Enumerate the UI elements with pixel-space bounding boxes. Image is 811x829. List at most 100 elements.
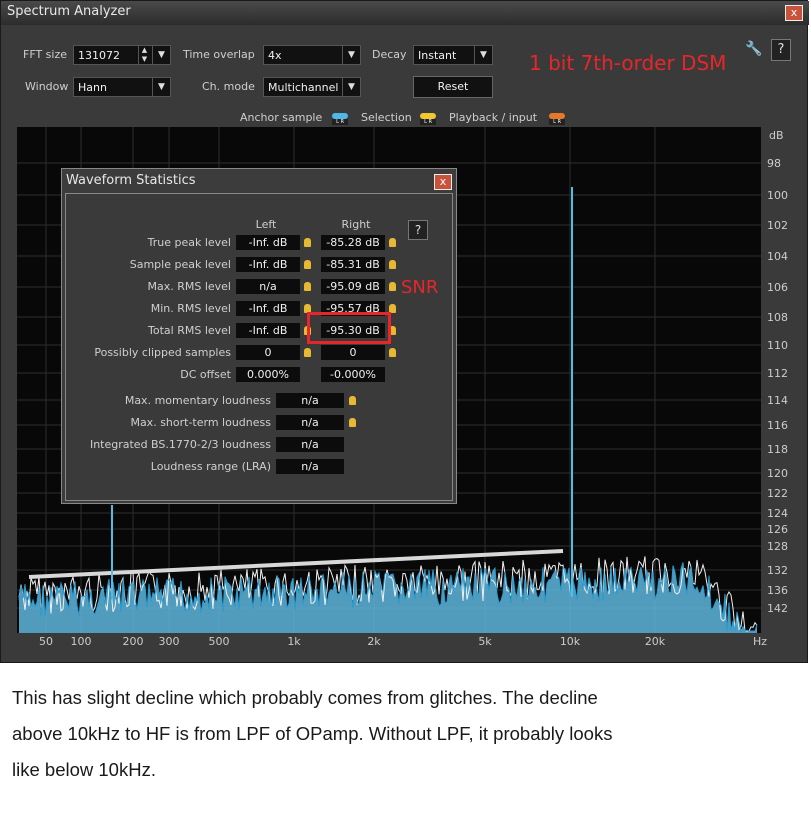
chevron-down-icon[interactable]: ▼ — [342, 78, 360, 96]
fft-size-select[interactable]: 131072 ▲ ▼ ▼ — [73, 45, 171, 65]
stats-value-right: -95.09 dB — [321, 279, 385, 294]
chevron-down-icon[interactable]: ▼ — [152, 78, 170, 96]
y-tick-label: 110 — [767, 339, 788, 352]
stats-panel: Left Right ? True peak level -Inf. dB -85.… — [65, 193, 453, 501]
x-unit-label: Hz — [753, 635, 767, 648]
caption: This has slight decline which probably c… — [12, 680, 802, 788]
stats-value-right: -85.28 dB — [321, 235, 385, 250]
y-tick-label: 136 — [767, 584, 788, 597]
help-button[interactable]: ? — [771, 39, 791, 61]
marker-pin-icon[interactable] — [304, 238, 311, 247]
y-tick-label: 98 — [767, 157, 781, 170]
fft-size-label: FFT size — [23, 48, 68, 61]
time-overlap-label: Time overlap — [183, 48, 255, 61]
stats-value-left: 0 — [236, 345, 300, 360]
chevron-down-icon[interactable]: ▼ — [474, 46, 492, 64]
stats-row-label: DC offset — [180, 368, 231, 381]
playback-input-label: Playback / input — [449, 111, 538, 124]
x-tick-label: 500 — [209, 635, 230, 648]
decay-select[interactable]: Instant ▼ — [413, 45, 493, 65]
x-tick-label: 50 — [39, 635, 53, 648]
lr-label: L R — [420, 119, 436, 125]
playback-swatch: L R — [549, 113, 565, 125]
y-tick-label: 114 — [767, 394, 788, 407]
snr-highlight-box — [307, 312, 391, 344]
anchor-sample-label: Anchor sample — [240, 111, 323, 124]
y-tick-label: 120 — [767, 467, 788, 480]
loudness-value: n/a — [276, 459, 344, 474]
window-value: Hann — [78, 81, 107, 94]
x-tick-label: 20k — [645, 635, 666, 648]
window-select[interactable]: Hann ▼ — [73, 77, 171, 97]
time-overlap-value: 4x — [268, 49, 282, 62]
marker-pin-icon[interactable] — [304, 282, 311, 291]
stats-row-label: Min. RMS level — [150, 302, 231, 315]
stats-row-label: Max. RMS level — [147, 280, 231, 293]
y-tick-label: 118 — [767, 443, 788, 456]
stats-value-left: n/a — [236, 279, 300, 294]
x-tick-label: 2k — [367, 635, 381, 648]
loudness-label: Max. short-term loudness — [130, 416, 271, 429]
x-tick-label: 5k — [478, 635, 492, 648]
marker-pin-icon[interactable] — [389, 348, 396, 357]
ch-mode-select[interactable]: Multichannel ▼ — [263, 77, 361, 97]
caption-line: This has slight decline which probably c… — [12, 687, 598, 708]
y-tick-label: 102 — [767, 219, 788, 232]
y-unit-label: dB — [769, 129, 784, 142]
decay-value: Instant — [418, 49, 457, 62]
selection-swatch: L R — [420, 113, 436, 125]
close-button[interactable]: x — [785, 5, 803, 21]
annotation-text: 1 bit 7th-order DSM — [529, 51, 727, 75]
y-tick-label: 100 — [767, 189, 788, 202]
y-tick-label: 104 — [767, 250, 788, 263]
wrench-icon[interactable]: 🔧 — [743, 41, 765, 61]
anchor-swatch: L R — [332, 113, 348, 125]
marker-pin-icon[interactable] — [304, 348, 311, 357]
lr-label: L R — [549, 119, 565, 125]
marker-pin-icon[interactable] — [389, 260, 396, 269]
y-axis: dB 98 100 102 104 106 108 110 112 114 116 118 120 122… — [767, 129, 788, 615]
loudness-label: Integrated BS.1770-2/3 loudness — [89, 438, 271, 451]
col-left-header: Left — [255, 218, 277, 231]
stats-value-right: -85.31 dB — [321, 257, 385, 272]
marker-pin-icon[interactable] — [349, 418, 356, 427]
marker-pin-icon[interactable] — [389, 282, 396, 291]
y-tick-label: 112 — [767, 367, 788, 380]
stats-close-button[interactable]: x — [434, 174, 452, 190]
caption-line: above 10kHz to HF is from LPF of OPamp. … — [12, 723, 613, 744]
stats-value-left: -Inf. dB — [236, 323, 300, 338]
stats-title: Waveform Statistics — [66, 173, 196, 188]
window-label: Window — [25, 80, 69, 93]
spectrum-analyzer-window: Spectrum Analyzer x FFT size 131072 ▲ ▼ ▼… — [0, 0, 809, 663]
time-overlap-select[interactable]: 4x ▼ — [263, 45, 361, 65]
y-tick-label: 106 — [767, 281, 788, 294]
col-right-header: Right — [341, 218, 371, 231]
stats-row-label: Sample peak level — [129, 258, 231, 271]
y-tick-label: 128 — [767, 540, 788, 553]
x-tick-label: 200 — [123, 635, 144, 648]
stats-help-button[interactable]: ? — [408, 220, 428, 240]
x-tick-label: 1k — [287, 635, 301, 648]
y-tick-label: 124 — [767, 507, 788, 520]
x-tick-label: 100 — [71, 635, 92, 648]
stats-value-left: -Inf. dB — [236, 257, 300, 272]
x-tick-label: 300 — [159, 635, 180, 648]
caption-line: like below 10kHz. — [12, 759, 156, 780]
snr-annotation: SNR — [401, 277, 439, 298]
stats-row-label: Possibly clipped samples — [94, 346, 231, 359]
spin-arrows-icon[interactable]: ▲ ▼ — [138, 46, 150, 64]
ch-mode-value: Multichannel — [268, 81, 339, 94]
marker-pin-icon[interactable] — [304, 260, 311, 269]
stats-value-left: 0.000% — [236, 367, 300, 382]
y-tick-label: 142 — [767, 602, 788, 615]
chevron-down-icon[interactable]: ▼ — [152, 46, 170, 64]
loudness-label: Loudness range (LRA) — [150, 460, 271, 473]
reset-button[interactable]: Reset — [413, 76, 493, 98]
lr-label: L R — [332, 119, 348, 125]
selection-label: Selection — [361, 111, 412, 124]
marker-pin-icon[interactable] — [389, 238, 396, 247]
chevron-down-icon[interactable]: ▼ — [342, 46, 360, 64]
marker-pin-icon[interactable] — [349, 396, 356, 405]
loudness-value: n/a — [276, 437, 344, 452]
window-title: Spectrum Analyzer — [7, 4, 131, 19]
